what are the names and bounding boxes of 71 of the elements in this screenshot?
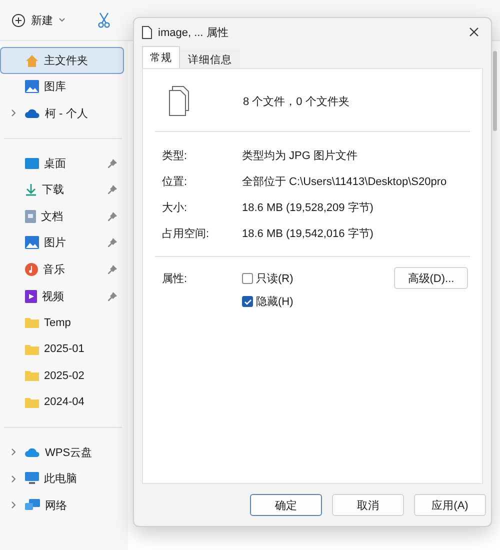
sidebar-item[interactable]: 桌面 bbox=[0, 150, 124, 176]
new-button[interactable]: 新建 bbox=[8, 8, 69, 32]
chevron-icon[interactable] bbox=[10, 501, 16, 510]
checkbox[interactable]: 只读(R) bbox=[242, 271, 394, 286]
file-icon bbox=[142, 26, 152, 38]
pin-icon[interactable] bbox=[108, 212, 117, 221]
attributes-label: 属性: bbox=[162, 272, 188, 286]
sidebar-item[interactable]: 图库 bbox=[0, 74, 124, 100]
property-label: 占用空间: bbox=[162, 226, 210, 240]
pin-icon[interactable] bbox=[108, 185, 117, 194]
sidebar-item[interactable]: Temp bbox=[0, 309, 124, 336]
checkbox-box[interactable] bbox=[242, 273, 253, 284]
sidebar-item[interactable]: 柯 - 个人 bbox=[0, 100, 124, 127]
cloud-icon bbox=[25, 447, 40, 458]
network-icon bbox=[25, 498, 40, 512]
pin-icon[interactable] bbox=[108, 238, 117, 248]
dialog-button[interactable]: 取消 bbox=[332, 494, 404, 516]
pictures-icon bbox=[25, 236, 39, 250]
advanced-button[interactable]: 高级(D)... bbox=[394, 267, 468, 289]
caret-icon bbox=[59, 18, 65, 22]
home-icon bbox=[25, 54, 39, 67]
desktop-icon bbox=[25, 158, 39, 169]
chevron-icon[interactable] bbox=[10, 474, 16, 483]
dialog-title: image, ... 属性 bbox=[158, 26, 230, 40]
computer-icon bbox=[25, 472, 39, 486]
sidebar-item[interactable]: 图片 bbox=[0, 230, 124, 256]
sidebar-item[interactable]: WPS云盘 bbox=[0, 438, 124, 466]
music-icon bbox=[25, 262, 38, 276]
video-icon bbox=[25, 290, 37, 303]
folder-icon bbox=[25, 317, 39, 328]
close-button[interactable] bbox=[467, 25, 481, 39]
property-value: 类型均为 JPG 图片文件 bbox=[242, 148, 359, 162]
plus-icon bbox=[12, 14, 25, 26]
property-value: 全部位于 C:\Users\11413\Desktop\S20pro bbox=[242, 174, 448, 188]
pin-icon[interactable] bbox=[108, 264, 117, 274]
download-icon bbox=[25, 183, 37, 196]
folder-icon bbox=[25, 370, 39, 382]
sidebar-item[interactable]: 视频 bbox=[0, 282, 124, 310]
sidebar-item[interactable]: 下载 bbox=[0, 176, 124, 203]
close-icon bbox=[469, 27, 479, 37]
document-icon bbox=[25, 210, 36, 223]
folder-icon bbox=[25, 344, 39, 355]
cloud-icon bbox=[25, 108, 40, 118]
pin-icon[interactable] bbox=[108, 292, 117, 301]
checkbox[interactable]: 隐藏(H) bbox=[242, 294, 394, 309]
files-icon bbox=[167, 86, 191, 116]
pin-icon[interactable] bbox=[108, 158, 117, 168]
scrollbar[interactable] bbox=[493, 51, 497, 131]
dialog-button[interactable]: 确定 bbox=[250, 494, 322, 516]
sidebar-item[interactable]: 2024-04 bbox=[0, 389, 124, 416]
sidebar-item[interactable]: 此电脑 bbox=[0, 465, 124, 492]
sidebar-item[interactable]: 音乐 bbox=[0, 256, 124, 283]
sidebar-item[interactable]: 2025-01 bbox=[0, 336, 124, 363]
tab[interactable]: 常规 bbox=[142, 46, 180, 68]
chevron-icon[interactable] bbox=[10, 109, 16, 118]
cut-icon[interactable] bbox=[97, 12, 111, 28]
dialog-button[interactable]: 应用(A) bbox=[414, 494, 486, 516]
chevron-icon[interactable] bbox=[10, 448, 16, 456]
summary-text: 8 个文件，0 个文件夹 bbox=[243, 94, 350, 108]
checkbox-box[interactable] bbox=[242, 296, 253, 307]
sidebar-item[interactable]: 文档 bbox=[0, 202, 124, 230]
sidebar-item[interactable]: 2025-02 bbox=[0, 362, 124, 390]
property-label: 类型: bbox=[162, 148, 188, 162]
property-value: 18.6 MB (19,528,209 字节) bbox=[242, 200, 374, 214]
gallery-icon bbox=[25, 80, 39, 94]
sidebar-item[interactable]: 主文件夹 bbox=[0, 47, 124, 74]
property-label: 位置: bbox=[162, 174, 188, 188]
sidebar-item[interactable]: 网络 bbox=[0, 492, 124, 518]
folder-icon bbox=[25, 396, 39, 408]
property-label: 大小: bbox=[162, 200, 188, 214]
property-value: 18.6 MB (19,542,016 字节) bbox=[242, 226, 374, 240]
